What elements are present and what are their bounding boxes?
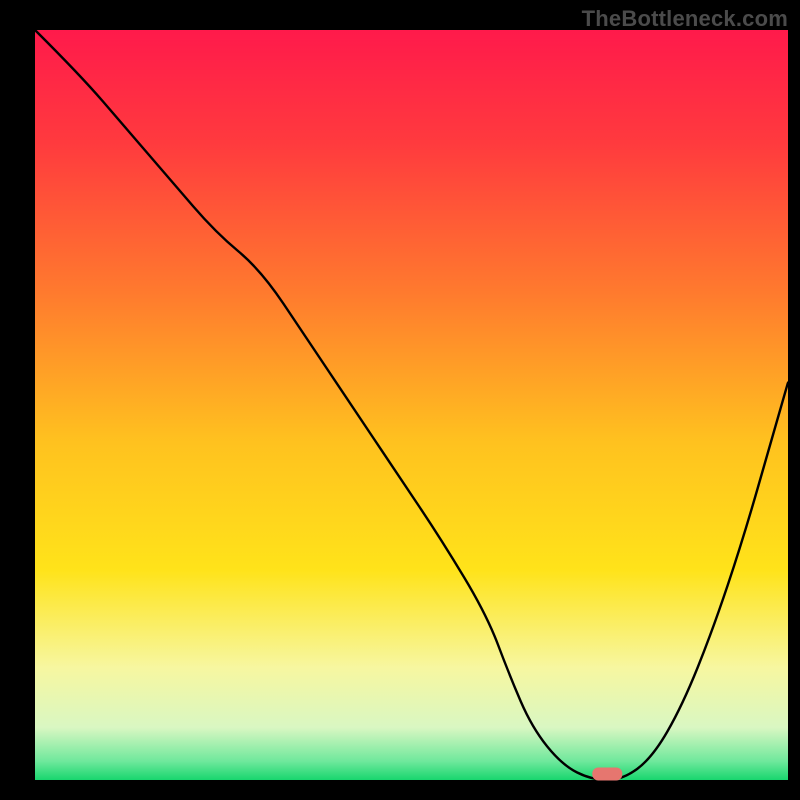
chart-plot [0, 0, 800, 800]
marker-indicator [592, 768, 622, 781]
bottleneck-chart: TheBottleneck.com [0, 0, 800, 800]
watermark-text: TheBottleneck.com [582, 6, 788, 32]
plot-background-gradient [35, 30, 788, 780]
